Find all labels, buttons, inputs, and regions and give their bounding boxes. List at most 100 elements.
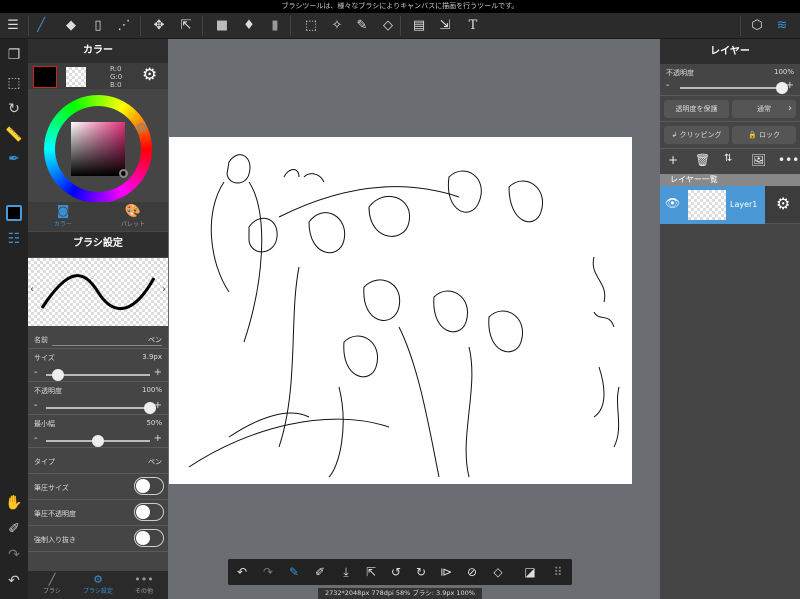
blend-mode-select[interactable]: 通常 › [732, 100, 796, 118]
prev-brush-icon[interactable]: ‹ [30, 284, 34, 295]
magic-wand-icon[interactable]: ✧ [326, 13, 348, 39]
tab-color[interactable]: ◙ カラー [48, 204, 78, 228]
drawing-canvas[interactable] [169, 137, 632, 484]
layer-thumbnail [688, 190, 726, 220]
dot-icon[interactable]: ⋰ [113, 13, 135, 39]
clipping-icon: ↲ [671, 131, 680, 139]
select-pen-icon[interactable]: ✎ [351, 13, 373, 39]
menu-icon[interactable]: ☰ [2, 13, 24, 39]
layer-opacity-value: 100% [773, 68, 794, 76]
eye-icon[interactable]: 👁 [665, 196, 680, 210]
gear-icon[interactable]: ⚙ [142, 65, 157, 85]
snap-icon[interactable]: ✒ [0, 151, 28, 167]
text-icon[interactable]: T [462, 13, 484, 39]
green-value: G:0 [110, 73, 123, 81]
brush-list-toggle-icon[interactable]: ☷ [0, 231, 28, 247]
layer-list-title: レイヤー一覧 [660, 174, 800, 186]
redo-icon[interactable]: ↷ [0, 547, 28, 563]
fill-color-icon[interactable]: ■ [211, 13, 233, 39]
min-width-slider[interactable] [46, 435, 150, 447]
more-icon: ••• [134, 573, 154, 586]
secondary-color-swatch[interactable] [66, 67, 86, 87]
ruler-icon[interactable]: 📏 [0, 127, 28, 143]
undo-icon[interactable]: ↶ [230, 559, 254, 585]
lock-icon: 🔒 [748, 131, 759, 139]
hue-handle[interactable] [137, 123, 146, 132]
export-icon[interactable]: ⇱ [359, 559, 383, 585]
tool-hint-message: ブラシツールは、様々なブラシによりキャンバスに描画を行うツールです。 [0, 0, 800, 13]
eyedropper-icon[interactable]: ✐ [0, 521, 28, 537]
tab-brush-settings[interactable]: ⚙ ブラシ設定 [78, 573, 118, 595]
pages-icon[interactable]: ❐ [0, 47, 28, 63]
layers-icon[interactable]: ≋ [771, 13, 793, 39]
lock-button[interactable]: 🔒 ロック [732, 126, 796, 144]
frame-divide-icon[interactable]: ▤ [408, 13, 430, 39]
saturation-value-square[interactable] [71, 122, 125, 176]
reset-rotation-icon[interactable]: ⊘ [460, 559, 484, 585]
hue-wheel[interactable] [44, 95, 152, 203]
save-icon[interactable]: ⤓ [334, 559, 358, 585]
layer-row[interactable]: 👁 Layer1 ⚙ [660, 186, 800, 224]
swap-layers-icon[interactable]: ⇅ [724, 153, 732, 164]
tab-brush[interactable]: ╱ ブラシ [32, 573, 72, 595]
move-icon[interactable]: ✥ [148, 13, 170, 39]
size-value: 3.9px [142, 353, 162, 361]
material-icon[interactable]: ⬡ [746, 13, 768, 39]
color-tab-icon: ◙ [56, 204, 70, 219]
layer-panel-title: レイヤー [660, 39, 800, 64]
opacity-slider-row: 不透明度 100% - + [28, 382, 168, 415]
trash-icon[interactable]: 🗑 [695, 153, 710, 167]
force-taper-toggle[interactable] [134, 529, 164, 547]
brush-name-field[interactable]: ペン [52, 335, 162, 346]
protect-alpha-button[interactable]: 透明度を保護 [664, 100, 729, 118]
select-eraser-icon[interactable]: ◇ [377, 13, 399, 39]
size-slider[interactable] [46, 369, 150, 381]
redo-icon[interactable]: ↷ [256, 559, 280, 585]
hand-icon[interactable]: ✋ [0, 495, 28, 511]
brush-tab-icon: ╱ [48, 573, 56, 586]
opacity-slider[interactable] [46, 402, 156, 414]
layer-opacity-row: 不透明度 100% - + [660, 64, 800, 96]
tab-palette[interactable]: 🎨 パレット [118, 204, 148, 228]
next-brush-icon[interactable]: › [162, 284, 166, 295]
pressure-opacity-toggle[interactable] [134, 503, 164, 521]
rectangle-icon[interactable]: ▯ [87, 13, 109, 39]
layer-image-icon[interactable]: 🖼 [751, 153, 766, 167]
rotate-icon[interactable]: ↻ [0, 101, 28, 117]
more-icon[interactable]: ••• [778, 153, 799, 167]
slider-knob[interactable] [52, 369, 65, 381]
layer-opacity-slider[interactable] [680, 82, 788, 94]
layer-name: Layer1 [730, 200, 758, 209]
eyedropper-icon[interactable]: ✐ [308, 559, 332, 585]
pressure-size-toggle[interactable] [134, 477, 164, 495]
flip-icon[interactable]: ⧐ [434, 559, 458, 585]
status-bar: 2732*2048px 778dpi 58% ブラシ: 3.9px 100% [318, 588, 482, 599]
layer-settings-gear-icon[interactable]: ⚙ [776, 194, 790, 213]
clipping-button[interactable]: ↲ クリッピング [664, 126, 729, 144]
brush-icon[interactable]: ╱ [30, 13, 52, 39]
brush-settings-title: ブラシ設定 [28, 232, 168, 257]
selection-list-icon[interactable]: ⬚ [0, 75, 28, 91]
tab-other[interactable]: ••• その他 [124, 573, 164, 595]
transform-icon[interactable]: ⇱ [175, 13, 197, 39]
rotate-right-icon[interactable]: ↻ [409, 559, 433, 585]
primary-color-swatch[interactable] [33, 66, 57, 88]
bucket-icon[interactable]: ♦ [238, 13, 260, 39]
eraser-icon[interactable]: ◆ [60, 13, 82, 39]
select-rect-icon[interactable]: ⬚ [300, 13, 322, 39]
grid-icon[interactable]: ⠿ [546, 559, 570, 585]
size-plus[interactable]: + [154, 367, 162, 378]
type-row[interactable]: タイプ ペン [28, 448, 168, 474]
rotate-left-icon[interactable]: ↺ [384, 559, 408, 585]
operation-icon[interactable]: ⇲ [434, 13, 456, 39]
brush-select-icon[interactable]: ✎ [282, 559, 306, 585]
gradient-icon[interactable]: ▮ [264, 13, 286, 39]
fullscreen-icon[interactable]: ◪ [518, 559, 542, 585]
size-minus[interactable]: - [34, 367, 38, 378]
clear-icon[interactable]: ◇ [486, 559, 510, 585]
color-handle[interactable] [119, 169, 128, 178]
slider-knob[interactable] [92, 435, 104, 447]
add-layer-icon[interactable]: + [668, 153, 678, 167]
undo-icon[interactable]: ↶ [0, 573, 28, 589]
color-panel-toggle-icon[interactable] [0, 205, 28, 225]
